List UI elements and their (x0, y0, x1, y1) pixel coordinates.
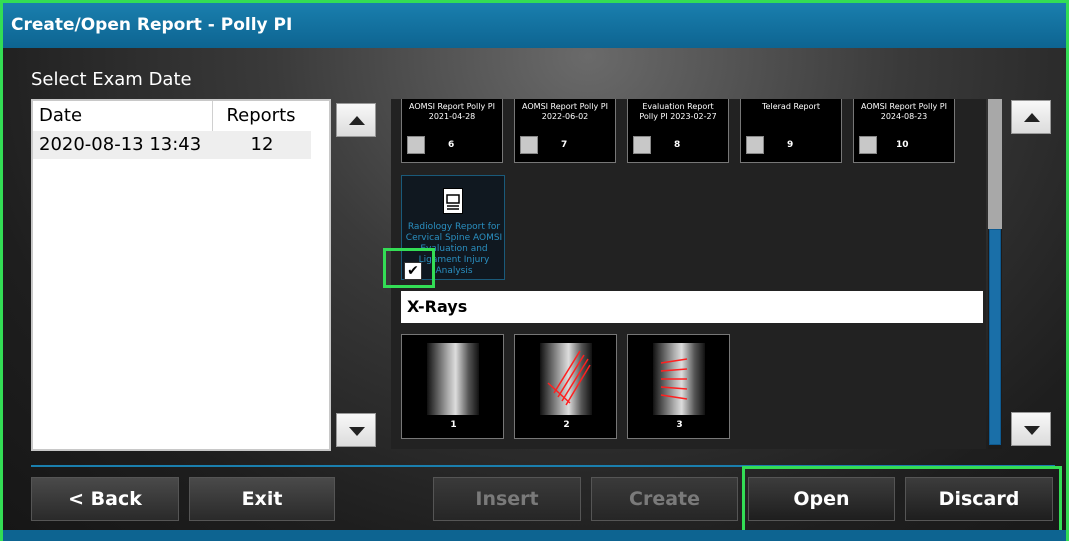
document-icon (443, 188, 463, 214)
open-discard-highlight (742, 466, 1062, 535)
xray-number: 2 (563, 420, 570, 430)
bottom-bar (3, 530, 1066, 541)
report-window: Create/Open Report - Polly PI Select Exa… (0, 0, 1069, 541)
insert-button[interactable]: Insert (433, 477, 581, 521)
report-thumbnail-6[interactable]: AOMSI Report Polly PI 2021-04-28 6 (401, 99, 503, 163)
report-thumbnail-grid: AOMSI Report Polly PI 2021-04-28 6 AOMSI … (391, 99, 986, 449)
exit-button[interactable]: Exit (189, 477, 335, 521)
triangle-up-icon (349, 116, 365, 125)
scrollbar-track (988, 99, 1002, 229)
date-list-header: Date Reports (33, 101, 329, 131)
date-scroll-down-button[interactable] (336, 413, 376, 447)
exam-date-row[interactable]: 2020-08-13 13:43 12 (33, 131, 311, 159)
report-checkbox[interactable] (407, 136, 425, 154)
grid-scrollbar[interactable] (988, 99, 1002, 449)
xrays-section-header: X-Rays (401, 291, 983, 323)
back-button[interactable]: < Back (31, 477, 179, 521)
xray-number: 3 (676, 420, 683, 430)
report-checkbox[interactable] (520, 136, 538, 154)
scrollbar-thumb[interactable] (989, 229, 1001, 445)
grid-scroll-up-button[interactable] (1011, 100, 1051, 134)
grid-scroll-down-button[interactable] (1011, 412, 1051, 446)
report-checkbox[interactable] (633, 136, 651, 154)
report-thumbnail-7[interactable]: AOMSI Report Polly PI 2022-06-02 7 (514, 99, 616, 163)
report-caption: Telerad Report (762, 102, 820, 111)
triangle-up-icon (1024, 113, 1040, 122)
exam-report-count: 12 (250, 134, 274, 155)
report-number: 6 (448, 140, 455, 150)
report-caption: Evaluation Report Polly PI 2023-02-27 (639, 102, 717, 121)
report-number: 8 (674, 140, 681, 150)
report-number: 10 (896, 140, 909, 150)
xray-image (427, 343, 479, 415)
triangle-down-icon (1024, 426, 1040, 435)
exam-date-list[interactable]: Date Reports 2020-08-13 13:43 12 (31, 99, 331, 451)
report-number: 7 (561, 140, 568, 150)
triangle-down-icon (349, 427, 365, 436)
report-number: 9 (787, 140, 794, 150)
select-exam-date-label: Select Exam Date (31, 69, 192, 90)
window-title: Create/Open Report - Polly PI (3, 3, 1066, 48)
xray-thumbnail-1[interactable]: 1 (401, 334, 504, 439)
report-thumbnail-8[interactable]: Evaluation Report Polly PI 2023-02-27 8 (627, 99, 729, 163)
report-checkbox[interactable] (746, 136, 764, 154)
xray-number: 1 (450, 420, 457, 430)
report-checkbox[interactable] (859, 136, 877, 154)
create-button[interactable]: Create (591, 477, 738, 521)
xray-image (653, 343, 705, 415)
report-thumbnail-9[interactable]: Telerad Report 9 (740, 99, 842, 163)
exam-date-value: 2020-08-13 13:43 (39, 134, 202, 155)
xray-thumbnail-3[interactable]: 3 (627, 334, 730, 439)
report-caption: AOMSI Report Polly PI 2021-04-28 (409, 102, 495, 121)
selected-report-checkbox-highlight: ✔ (383, 248, 435, 288)
reports-column-header[interactable]: Reports (213, 101, 309, 131)
date-scroll-up-button[interactable] (336, 103, 376, 137)
report-caption: AOMSI Report Polly PI 2024-08-23 (861, 102, 947, 121)
report-thumbnail-10[interactable]: AOMSI Report Polly PI 2024-08-23 10 (853, 99, 955, 163)
xray-image (540, 343, 592, 415)
report-caption: AOMSI Report Polly PI 2022-06-02 (522, 102, 608, 121)
checkmark-icon[interactable]: ✔ (404, 262, 422, 280)
date-column-header[interactable]: Date (33, 101, 213, 131)
xray-thumbnail-2[interactable]: 2 (514, 334, 617, 439)
